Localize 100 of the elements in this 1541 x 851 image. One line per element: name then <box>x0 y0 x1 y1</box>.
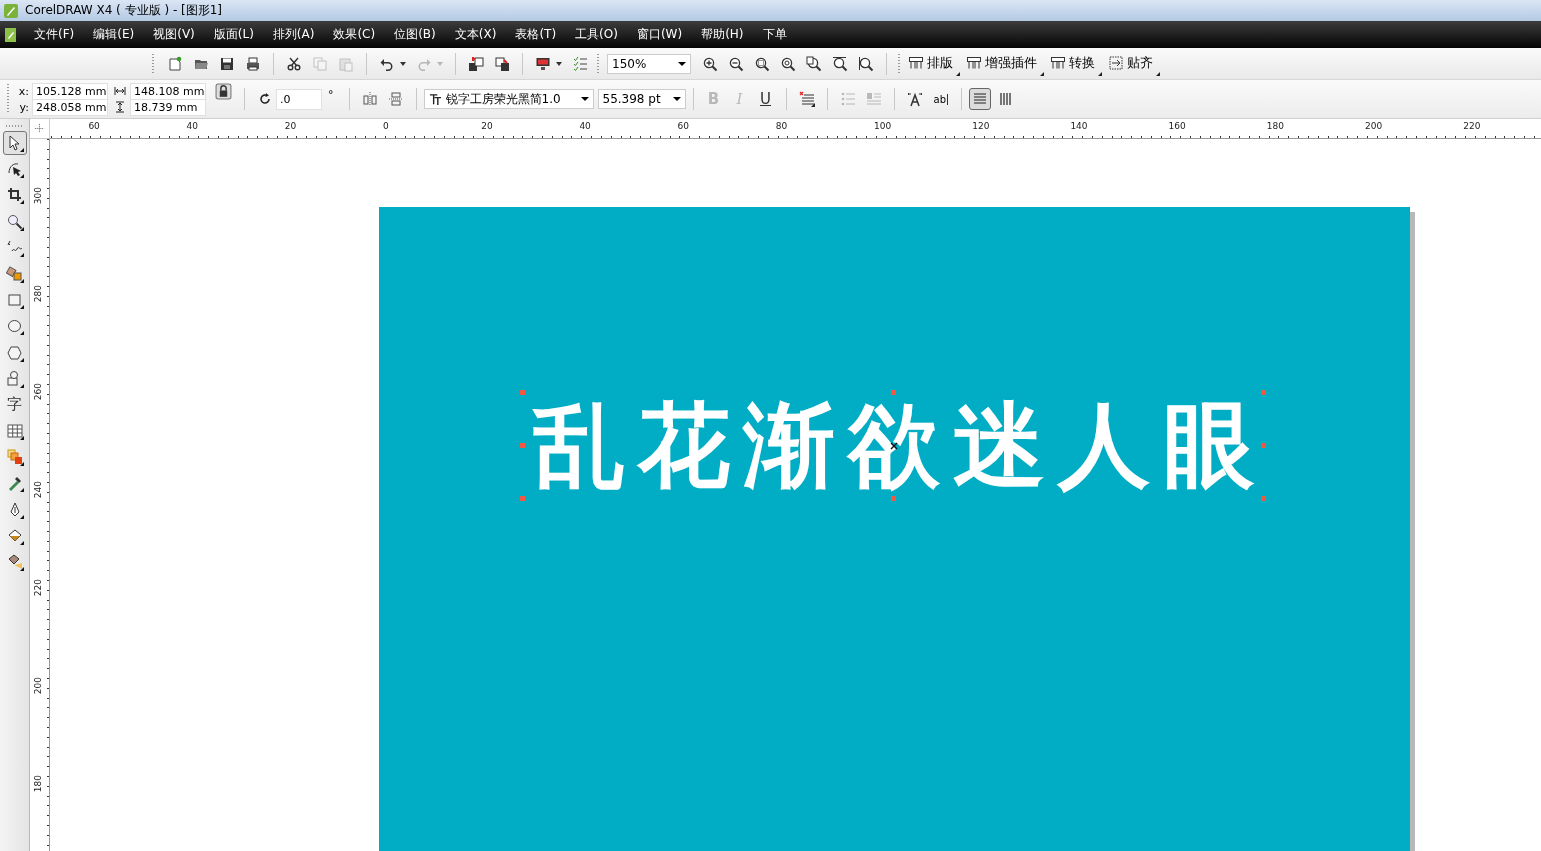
vertical-lines-icon <box>998 91 1014 107</box>
ruler-label: 60 <box>88 121 100 131</box>
menu-item[interactable]: 下单 <box>762 26 787 43</box>
ruler-label: 20 <box>284 121 297 131</box>
ruler-label: 280 <box>33 285 43 303</box>
menu-item[interactable]: 工具(O) <box>575 26 618 43</box>
underline-button[interactable]: U <box>756 90 775 108</box>
grid-icon <box>5 422 24 441</box>
font-size-dropdown[interactable]: 55.398 pt <box>597 89 686 109</box>
zoom-out-icon[interactable] <box>728 55 744 72</box>
ruler-label: 260 <box>33 383 43 401</box>
x-position-field[interactable]: 105.128 mm <box>32 82 108 100</box>
edit-text-button[interactable]: ab <box>933 93 948 105</box>
checklist-icon[interactable] <box>572 55 588 72</box>
menu-item[interactable]: 文件(F) <box>34 26 75 43</box>
monitor-icon[interactable] <box>535 55 551 72</box>
scissors-icon[interactable] <box>286 55 302 72</box>
corner-triangle-icon <box>1098 71 1102 76</box>
snap-grid-icon <box>1108 54 1124 71</box>
mirror-vertical-icon[interactable] <box>387 91 404 107</box>
ruler-label: 0 <box>383 121 389 131</box>
dropdown-arrow-icon[interactable] <box>555 59 563 68</box>
window-title: CorelDRAW X4 ( 专业版 ) - [图形1] <box>25 2 223 19</box>
toolbar-panel-icon <box>1050 54 1066 71</box>
plugin-button[interactable]: 转换 <box>1050 51 1102 76</box>
document-icon <box>3 26 19 43</box>
dropdown-arrow-icon[interactable] <box>399 59 407 68</box>
node-curve-icon <box>5 160 24 179</box>
menu-item[interactable]: 视图(V) <box>153 26 195 43</box>
hexagon-icon <box>5 343 24 362</box>
width-arrows-icon <box>114 85 126 97</box>
width-field[interactable]: 148.108 mm <box>130 82 206 100</box>
export-icon[interactable] <box>494 55 510 72</box>
center-mark-icon <box>889 442 898 450</box>
ruler-label: 60 <box>677 121 690 131</box>
selection-handle[interactable] <box>890 496 896 501</box>
zoom-page-icon[interactable] <box>806 55 822 72</box>
ruler-label: 200 <box>1365 121 1383 131</box>
zoom-height-icon[interactable] <box>858 55 874 72</box>
horizontal-lines-icon <box>972 91 988 107</box>
ruler-label: 140 <box>1070 121 1088 131</box>
corner-triangle-icon <box>956 71 960 76</box>
import-icon[interactable] <box>468 55 484 72</box>
rotate-icon <box>257 91 273 107</box>
lock-icon[interactable] <box>215 83 232 100</box>
selection-handle[interactable] <box>520 443 525 448</box>
app-logo-icon <box>3 2 19 19</box>
menu-item[interactable]: 窗口(W) <box>636 26 683 43</box>
rotation-field[interactable]: .0 <box>276 88 322 110</box>
zoom-width-icon[interactable] <box>832 55 848 72</box>
plugin-button[interactable]: 排版 <box>908 51 960 76</box>
dropdown-arrow-icon <box>580 95 589 103</box>
menu-item[interactable]: 位图(B) <box>394 26 436 43</box>
ruler-label: 100 <box>874 121 892 131</box>
character-format-icon[interactable] <box>798 91 815 107</box>
mirror-horizontal-icon[interactable] <box>361 91 378 107</box>
zoom-dropdown[interactable]: 150% <box>607 53 691 74</box>
menu-item[interactable]: 表格(T) <box>515 26 557 43</box>
corner-triangle-icon <box>1156 71 1160 76</box>
letter-a-arrows-icon[interactable] <box>906 91 923 107</box>
height-arrows-icon <box>114 101 126 113</box>
horizontal-text-button[interactable] <box>969 88 991 110</box>
selection-handle[interactable] <box>1261 390 1266 395</box>
selection-handle[interactable] <box>520 390 525 395</box>
selection-handle[interactable] <box>1261 496 1266 501</box>
menu-item[interactable]: 文本(X) <box>454 26 497 43</box>
ruler-label: 220 <box>1463 121 1481 131</box>
tool-button[interactable] <box>2 131 27 155</box>
x-label: x: <box>17 84 29 98</box>
plugin-button[interactable]: 贴齐 <box>1108 51 1160 76</box>
new-document-icon[interactable] <box>167 55 183 72</box>
truetype-icon <box>428 92 442 106</box>
ruler-label: 40 <box>579 121 591 131</box>
ruler-label: 80 <box>775 121 788 131</box>
paint-shapes-icon <box>5 264 24 283</box>
menu-item[interactable]: 帮助(H) <box>701 26 744 43</box>
menu-item[interactable]: 排列(A) <box>272 26 315 43</box>
zoom-in-icon[interactable] <box>702 55 718 72</box>
menu-item[interactable]: 编辑(E) <box>93 26 135 43</box>
crosshair-icon <box>34 123 45 134</box>
ruler-label: 120 <box>972 121 990 131</box>
zoom-selected-icon[interactable] <box>754 55 770 72</box>
text-tool[interactable]: 字 <box>2 392 27 417</box>
save-icon[interactable] <box>219 55 235 72</box>
ruler-label: 180 <box>1266 121 1284 131</box>
menu-item[interactable]: 版面(L) <box>213 26 254 43</box>
font-dropdown[interactable]: 锐字工房荣光黑简1.0 <box>423 89 594 109</box>
squiggle-icon <box>5 238 24 257</box>
menu-item[interactable]: 效果(C) <box>333 26 376 43</box>
crop-icon <box>5 186 24 205</box>
selection-handle[interactable] <box>520 496 525 501</box>
zoom-all-icon[interactable] <box>780 55 796 72</box>
ellipse-icon <box>5 317 24 336</box>
selection-handle[interactable] <box>1261 443 1266 448</box>
ruler-label: 240 <box>33 481 43 499</box>
ruler-label: 300 <box>33 187 43 205</box>
selection-handle[interactable] <box>890 390 896 395</box>
print-icon[interactable] <box>245 55 261 72</box>
shapes-icon <box>5 369 24 388</box>
plugin-button[interactable]: 增强插件 <box>966 51 1044 76</box>
